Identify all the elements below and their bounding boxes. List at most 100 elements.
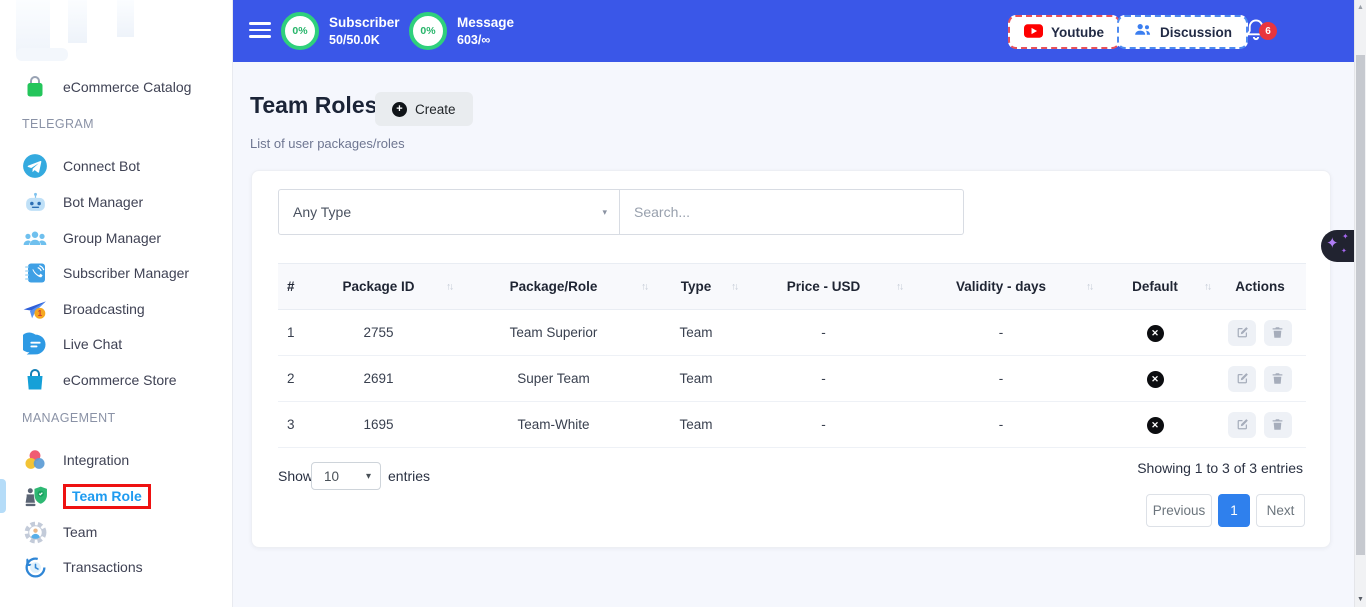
chevron-down-icon: ▾ — [366, 471, 371, 482]
sidebar-item-ecommerce-catalog[interactable]: eCommerce Catalog — [22, 72, 227, 102]
scrollbar-thumb[interactable] — [1356, 55, 1365, 555]
sort-icon: ↑↓ — [1086, 281, 1092, 292]
col-header-index: # — [278, 264, 301, 310]
chevron-down-icon: ▾ — [602, 207, 607, 218]
pagination-previous-button[interactable]: Previous — [1146, 494, 1212, 527]
roles-table: # Package ID↑↓ Package/Role↑↓ Type↑↓ Pri… — [278, 263, 1306, 448]
sidebar-item-live-chat[interactable]: Live Chat — [22, 329, 227, 359]
group-icon — [22, 225, 48, 251]
shopping-bag-blue-icon — [22, 367, 48, 393]
cell-price: - — [741, 310, 906, 356]
sidebar-item-ecommerce-store[interactable]: eCommerce Store — [22, 365, 227, 395]
cell-package-id: 2755 — [301, 310, 456, 356]
col-header-actions: Actions — [1214, 264, 1306, 310]
message-label: Message — [457, 15, 514, 30]
table-row: 1 2755 Team Superior Team - - ✕ — [278, 310, 1306, 356]
search-field-wrap — [620, 189, 964, 235]
sidebar-item-subscriber-manager[interactable]: Subscriber Manager — [22, 258, 227, 288]
message-value: 603/∞ — [457, 33, 514, 47]
table-row: 3 1695 Team-White Team - - ✕ — [278, 402, 1306, 448]
sparkle-icon: ✦ — [1342, 233, 1349, 241]
sort-icon: ↑↓ — [731, 281, 737, 292]
sidebar-item-label: Integration — [63, 452, 129, 468]
plus-circle-icon: + — [392, 102, 407, 117]
col-header-price[interactable]: Price - USD↑↓ — [741, 264, 906, 310]
sidebar-item-label: eCommerce Store — [63, 372, 177, 388]
subscriber-quota: 0% Subscriber 50/50.0K — [281, 12, 400, 50]
col-header-type[interactable]: Type↑↓ — [651, 264, 741, 310]
cell-price: - — [741, 402, 906, 448]
active-item-indicator — [0, 479, 6, 513]
discussion-button[interactable]: Discussion — [1117, 15, 1248, 49]
sort-icon: ↑↓ — [641, 281, 647, 292]
times-circle-icon: ✕ — [1147, 417, 1164, 434]
vertical-scrollbar[interactable]: ▲ ▼ — [1354, 0, 1366, 607]
page-size-value: 10 — [324, 469, 339, 484]
cell-package-role: Team-White — [456, 402, 651, 448]
col-header-validity[interactable]: Validity - days↑↓ — [906, 264, 1096, 310]
team-roles-card: Any Type ▾ # Package ID↑↓ Package/Role↑↓… — [251, 170, 1331, 548]
delete-button[interactable] — [1264, 320, 1292, 346]
cell-package-role: Team Superior — [456, 310, 651, 356]
sidebar-item-bot-manager[interactable]: Bot Manager — [22, 187, 227, 217]
faded-logo-shape — [16, 48, 68, 61]
cell-actions — [1214, 310, 1306, 356]
sidebar-item-transactions[interactable]: Transactions — [22, 552, 227, 582]
pagination-page-1-button[interactable]: 1 — [1218, 494, 1250, 527]
cell-package-id: 2691 — [301, 356, 456, 402]
cell-default: ✕ — [1096, 402, 1214, 448]
sidebar-item-integration[interactable]: Integration — [22, 445, 227, 475]
cell-validity: - — [906, 356, 1096, 402]
scroll-down-arrow-icon[interactable]: ▼ — [1357, 596, 1364, 603]
users-icon — [1133, 22, 1152, 42]
edit-button[interactable] — [1228, 412, 1256, 438]
chat-bubble-icon — [22, 331, 48, 357]
cell-validity: - — [906, 402, 1096, 448]
pagination-next-button[interactable]: Next — [1256, 494, 1305, 527]
create-button[interactable]: + Create — [375, 92, 473, 126]
delete-button[interactable] — [1264, 366, 1292, 392]
cell-package-role: Super Team — [456, 356, 651, 402]
menu-toggle-icon[interactable] — [249, 22, 271, 38]
search-input[interactable] — [620, 189, 964, 235]
sidebar-item-label: Live Chat — [63, 336, 122, 352]
type-filter-select[interactable]: Any Type ▾ — [278, 189, 620, 235]
col-header-default[interactable]: Default↑↓ — [1096, 264, 1214, 310]
sidebar-item-group-manager[interactable]: Group Manager — [22, 223, 227, 253]
paper-plane-badge-icon: 1 — [22, 296, 48, 322]
sidebar-item-label: eCommerce Catalog — [63, 79, 191, 95]
edit-button[interactable] — [1228, 366, 1256, 392]
sidebar-item-connect-bot[interactable]: Connect Bot — [22, 151, 227, 181]
sidebar-item-broadcasting[interactable]: 1 Broadcasting — [22, 294, 227, 324]
clock-history-icon — [22, 554, 48, 580]
sort-icon: ↑↓ — [896, 281, 902, 292]
subscriber-progress-ring: 0% — [281, 12, 319, 50]
sidebar-item-team[interactable]: Team — [22, 517, 227, 547]
show-label: Show — [278, 468, 313, 484]
cell-type: Team — [651, 402, 741, 448]
discussion-button-label: Discussion — [1160, 25, 1232, 40]
sidebar-item-label: Transactions — [63, 559, 143, 575]
table-row: 2 2691 Super Team Team - - ✕ — [278, 356, 1306, 402]
faded-logo-shape — [68, 0, 87, 43]
youtube-button-label: Youtube — [1051, 25, 1104, 40]
faded-logo-shape — [117, 0, 134, 37]
col-header-package-id[interactable]: Package ID↑↓ — [301, 264, 456, 310]
subscriber-label: Subscriber — [329, 15, 400, 30]
ai-assistant-button[interactable]: ✦ ✦ ✦ — [1321, 230, 1354, 262]
sidebar-item-label: Subscriber Manager — [63, 265, 189, 281]
delete-button[interactable] — [1264, 412, 1292, 438]
edit-button[interactable] — [1228, 320, 1256, 346]
col-header-package-role[interactable]: Package/Role↑↓ — [456, 264, 651, 310]
sidebar-item-team-role[interactable]: Team Role — [22, 481, 227, 511]
svg-text:1: 1 — [38, 309, 43, 318]
gear-person-icon — [22, 519, 48, 545]
scroll-up-arrow-icon[interactable]: ▲ — [1357, 4, 1364, 11]
message-quota: 0% Message 603/∞ — [409, 12, 514, 50]
telegram-icon — [22, 153, 48, 179]
shopping-bag-green-icon — [22, 74, 48, 100]
page-size-select[interactable]: 10 ▾ — [311, 462, 381, 490]
youtube-button[interactable]: Youtube — [1008, 15, 1120, 49]
sort-icon: ↑↓ — [1204, 281, 1210, 292]
cell-type: Team — [651, 356, 741, 402]
